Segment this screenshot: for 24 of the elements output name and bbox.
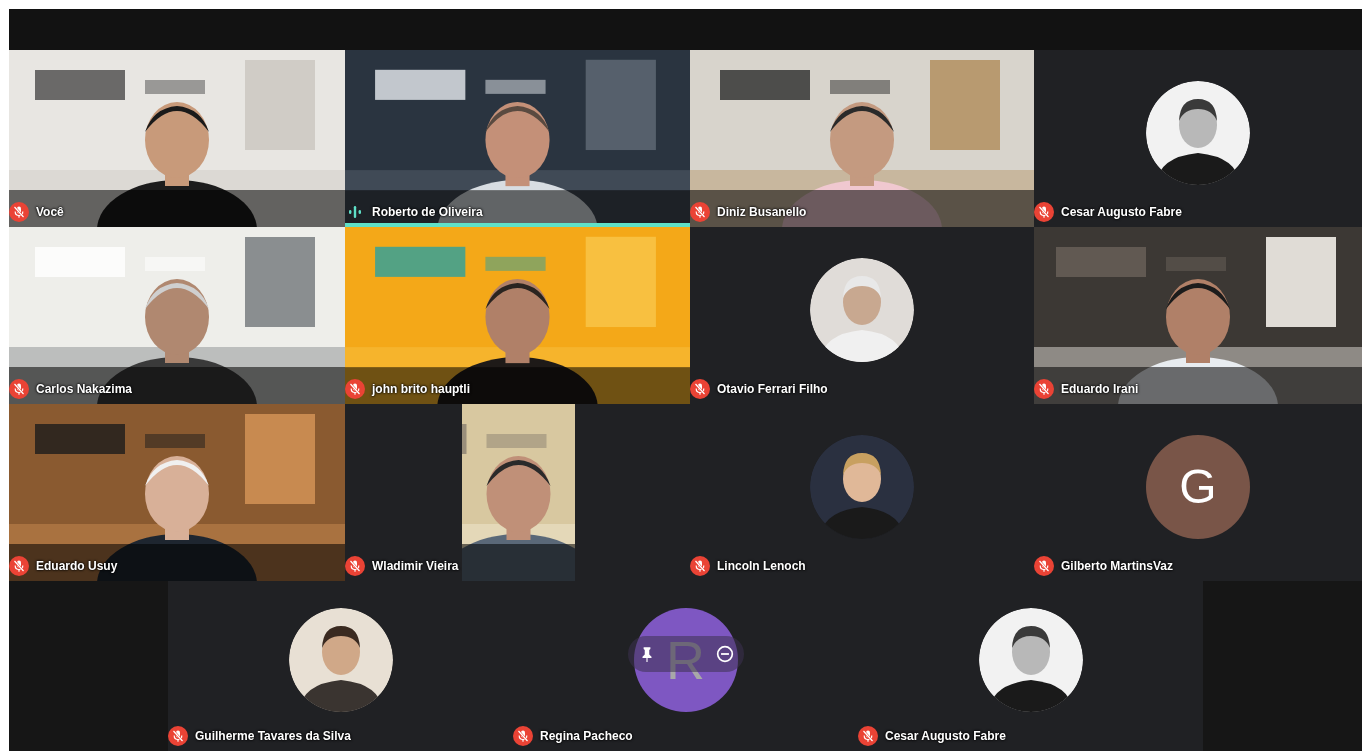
participant-tile[interactable]: Carlos Nakazima [9, 227, 345, 404]
participant-tile[interactable]: Você [9, 50, 345, 227]
participant-name: Cesar Augusto Fabre [885, 729, 1006, 743]
participant-name: Roberto de Oliveira [372, 205, 483, 219]
participant-name: Wladimir Vieira [372, 559, 459, 573]
participant-name: Eduardo Irani [1061, 382, 1139, 396]
participant-tile[interactable]: Diniz Busanello [690, 50, 1034, 227]
participant-name: Você [36, 205, 64, 219]
participant-tile[interactable]: Cesar Augusto Fabre [858, 581, 1203, 751]
avatar-initial: G [1146, 434, 1250, 539]
remove-icon[interactable] [715, 645, 734, 663]
participant-tile[interactable]: Roberto de Oliveira [345, 50, 690, 227]
participant-name: Diniz Busanello [717, 205, 807, 219]
participant-name: Cesar Augusto Fabre [1061, 205, 1182, 219]
participant-tile[interactable]: Eduardo Irani [1034, 227, 1362, 404]
participant-tile[interactable]: Guilherme Tavares da Silva [168, 581, 513, 751]
participant-name: Guilherme Tavares da Silva [195, 729, 351, 743]
participant-name: Carlos Nakazima [36, 382, 133, 396]
participant-tile[interactable]: Eduardo Usuy [9, 404, 345, 581]
participant-name: Eduardo Usuy [36, 559, 118, 573]
participant-name: Regina Pacheco [540, 729, 633, 743]
participant-name: Gilberto MartinsVaz [1061, 559, 1174, 573]
participant-name: Lincoln Lenoch [717, 559, 806, 573]
participant-name: Otavio Ferrari Filho [717, 382, 828, 396]
